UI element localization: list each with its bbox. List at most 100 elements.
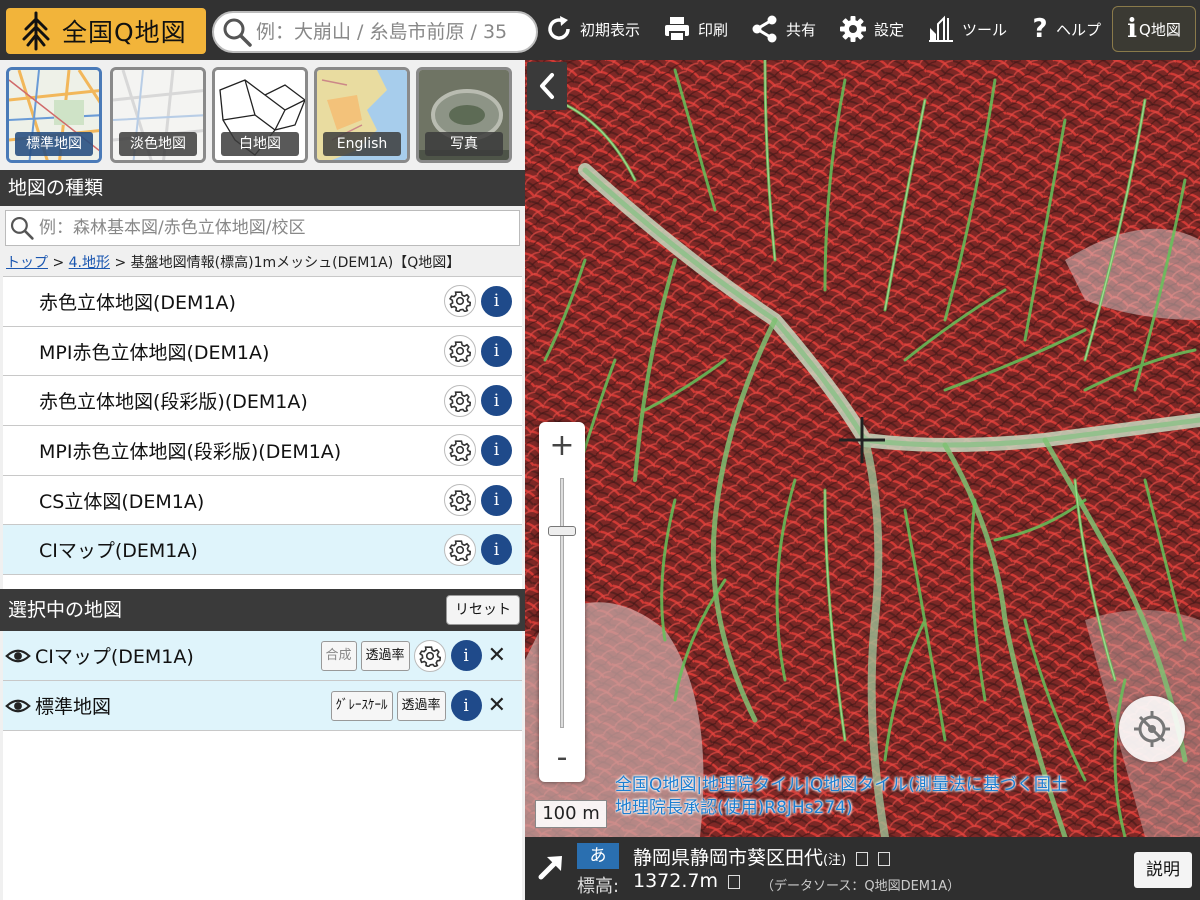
layer-settings-button[interactable] [444, 533, 476, 566]
basemap-label-english: English [323, 132, 401, 156]
layer-item-label: 赤色立体地図(DEM1A) [39, 291, 236, 314]
layer-item-mpi-red-relief[interactable]: MPI赤色立体地図(DEM1A) i [3, 325, 522, 376]
qmap-info-button[interactable]: i Q地図 [1112, 6, 1196, 52]
print-button[interactable]: 印刷 [662, 6, 728, 52]
basemap-selector: 標準地図 淡色地図 白地図 English 写真 [0, 60, 525, 170]
blend-button[interactable]: 合成 [320, 640, 357, 671]
layer-item-mpi-red-relief-tinted[interactable]: MPI赤色立体地図(段彩版)(DEM1A) i [3, 425, 522, 475]
zoom-control: + - [539, 422, 585, 782]
layer-info-button[interactable]: i [481, 534, 512, 566]
selected-layer-settings-button[interactable] [413, 639, 446, 672]
address-text: 静岡県静岡市葵区田代 [633, 847, 824, 869]
zoom-out-button[interactable]: - [539, 738, 585, 778]
arrow-up-right-icon[interactable] [535, 851, 567, 883]
address-reading-button[interactable]: あ [577, 843, 619, 869]
breadcrumb-category-link[interactable]: 4.地形 [69, 255, 110, 271]
explanation-button[interactable]: 説明 [1134, 852, 1192, 888]
layer-search-box[interactable] [5, 210, 520, 246]
help-label: ヘルプ [1056, 20, 1102, 39]
share-button[interactable]: 共有 [750, 6, 816, 52]
settings-button[interactable]: 設定 [838, 6, 904, 52]
layer-item-red-relief[interactable]: 赤色立体地図(DEM1A) i [3, 276, 522, 326]
layer-settings-button[interactable] [444, 335, 476, 368]
map-attribution[interactable]: 全国Q地図|地理院タイル|Q地図タイル(測量法に基づく国土 地理院長承認(使用)… [615, 774, 1195, 820]
gear-icon [449, 490, 471, 512]
layer-settings-button[interactable] [444, 384, 476, 417]
center-crosshair-icon [839, 417, 885, 463]
attribution-line-2[interactable]: 地理院長承認(使用)R8JHs274) [615, 797, 1195, 820]
layer-settings-button[interactable] [444, 285, 476, 318]
elevation-label: 標高: [577, 876, 620, 897]
gear-icon [418, 645, 441, 667]
layer-panel: 標準地図 淡色地図 白地図 English 写真 地図の種類 例：森林基本図/赤… [0, 60, 525, 900]
layer-item-ci-map[interactable]: CIマップ(DEM1A) i [3, 524, 522, 575]
zoom-slider-handle[interactable] [548, 526, 576, 536]
copy-icon[interactable] [878, 851, 891, 866]
reset-icon [548, 16, 570, 40]
grayscale-button[interactable]: ｸﾞﾚｰｽｹｰﾙ [330, 690, 393, 721]
gear-icon [840, 16, 866, 42]
map-view[interactable]: + - 全国Q地図|地理院タイル|Q地図タイル(測量法に基づく国土 地理院長承認… [525, 60, 1200, 837]
layer-item-label: CS立体図(DEM1A) [39, 490, 205, 513]
search-icon [10, 216, 34, 240]
selected-layer-info-button[interactable]: i [450, 640, 482, 671]
layer-item-label: CIマップ(DEM1A) [39, 540, 198, 563]
attribution-line-1[interactable]: 全国Q地図|地理院タイル|Q地図タイル(測量法に基づく国土 [615, 774, 1195, 797]
layer-list: 赤色立体地図(DEM1A) i MPI赤色立体地図(DEM1A) i 赤色立体地… [3, 276, 522, 589]
reset-view-button[interactable]: 初期表示 [544, 6, 640, 52]
layer-item-cs-relief[interactable]: CS立体図(DEM1A) i [3, 474, 522, 525]
top-toolbar: 全国Q地図 初期表示 印刷 共有 [0, 0, 1200, 60]
eye-icon[interactable] [5, 693, 31, 719]
opacity-button[interactable]: 透過率 [396, 690, 446, 721]
help-icon: ? [1032, 14, 1048, 44]
chevron-left-icon [540, 73, 554, 99]
zoom-slider-track[interactable] [560, 478, 564, 728]
share-icon [752, 15, 777, 43]
copy-icon[interactable] [856, 851, 869, 866]
layer-info-button[interactable]: i [481, 285, 512, 317]
selected-layer-info-button[interactable]: i [450, 690, 482, 721]
copy-icon[interactable] [728, 874, 740, 889]
share-label: 共有 [786, 20, 817, 39]
qmap-info-label: Q地図 [1139, 20, 1181, 39]
basemap-pale[interactable]: 淡色地図 [110, 67, 206, 163]
eye-icon[interactable] [5, 643, 31, 669]
basemap-blank[interactable]: 白地図 [212, 67, 308, 163]
basemap-english[interactable]: English [314, 67, 410, 163]
place-search-box[interactable] [212, 11, 538, 53]
layer-info-button[interactable]: i [481, 434, 512, 466]
breadcrumb-separator: > [52, 255, 65, 271]
basemap-photo[interactable]: 写真 [416, 67, 512, 163]
reset-button[interactable]: リセット [446, 595, 520, 625]
locate-icon [1134, 711, 1170, 747]
elevation-source: （データソース：Q地図DEM1A） [761, 879, 961, 894]
zoom-in-button[interactable]: + [539, 426, 585, 466]
layer-item-partial[interactable] [3, 574, 522, 589]
tree-logo-icon [22, 11, 50, 51]
help-button[interactable]: ? ヘルプ [1030, 6, 1101, 52]
scale-bar: 100 m [535, 800, 607, 828]
remove-layer-button[interactable]: ✕ [488, 693, 506, 718]
collapse-panel-button[interactable] [527, 62, 567, 110]
layer-settings-button[interactable] [444, 484, 476, 517]
selected-layer-standard: 標準地図 ｸﾞﾚｰｽｹｰﾙ 透過率 i ✕ [3, 681, 522, 731]
layer-info-button[interactable]: i [481, 385, 512, 417]
tools-button[interactable]: ツール [926, 6, 1007, 52]
elevation-value: 1372.7m [633, 870, 740, 892]
current-location-button[interactable] [1119, 696, 1185, 762]
basemap-standard[interactable]: 標準地図 [6, 67, 102, 163]
layer-info-button[interactable]: i [481, 484, 512, 516]
opacity-button[interactable]: 透過率 [360, 640, 410, 671]
layer-item-label: MPI赤色立体地図(DEM1A) [39, 341, 270, 364]
place-search-input[interactable] [256, 21, 526, 43]
layer-item-red-relief-tinted[interactable]: 赤色立体地図(段彩版)(DEM1A) i [3, 375, 522, 426]
app-logo[interactable]: 全国Q地図 [6, 8, 206, 54]
location-status-bar: あ 静岡県静岡市葵区田代(注) 標高: 1372.7m （データソース：Q地図D… [525, 837, 1200, 900]
remove-layer-button[interactable]: ✕ [488, 643, 506, 668]
breadcrumb-top-link[interactable]: トップ [6, 255, 48, 271]
layer-settings-button[interactable] [444, 434, 476, 467]
layer-search-input[interactable] [39, 218, 509, 238]
reset-view-label: 初期表示 [580, 20, 641, 39]
layer-types-heading: 地図の種類 [0, 170, 525, 206]
layer-info-button[interactable]: i [481, 335, 512, 367]
